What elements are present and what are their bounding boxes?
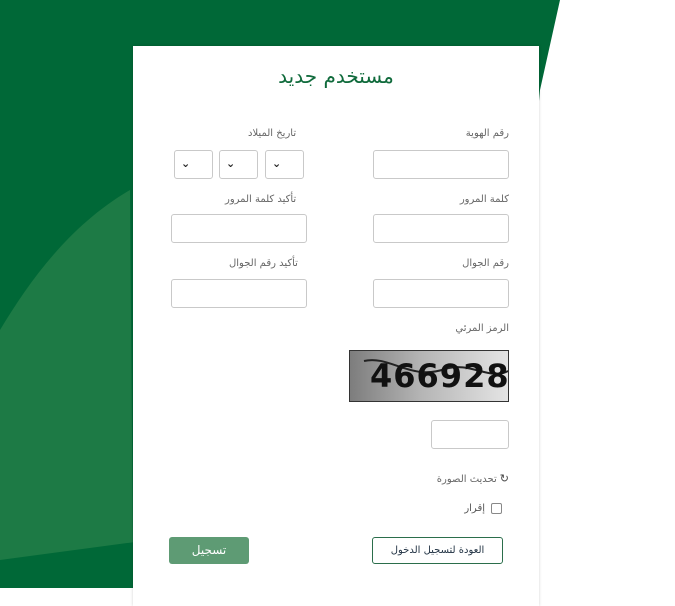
id-number-label: رقم الهوية	[465, 128, 509, 139]
back-to-login-button[interactable]: العودة لتسجيل الدخول	[372, 537, 503, 564]
refresh-icon: ↻	[499, 472, 509, 485]
birth-year-select[interactable]: ⌄	[265, 150, 304, 179]
captcha-image: 466928	[349, 350, 509, 402]
chevron-down-icon: ⌄	[181, 157, 191, 170]
password-input[interactable]	[373, 214, 509, 243]
confirm-mobile-label: تأكيد رقم الجوال	[229, 258, 298, 269]
refresh-captcha-link[interactable]: ↻تحديث الصورة	[437, 472, 509, 485]
mobile-input[interactable]	[373, 279, 509, 308]
page-title: مستخدم جديد	[278, 64, 394, 88]
confirm-mobile-input[interactable]	[171, 279, 307, 308]
acknowledge-label: إقرار	[464, 503, 485, 514]
registration-card: مستخدم جديد رقم الهوية كلمة المرور رقم ا…	[133, 46, 539, 606]
confirm-password-label: تأكيد كلمة المرور	[225, 194, 297, 205]
captcha-label: الرمز المرئي	[455, 323, 509, 334]
refresh-label: تحديث الصورة	[436, 474, 497, 485]
chevron-down-icon: ⌄	[272, 157, 282, 170]
acknowledge-checkbox[interactable]	[491, 503, 502, 514]
captcha-input[interactable]	[431, 420, 509, 449]
birth-day-select[interactable]: ⌄	[174, 150, 213, 179]
chevron-down-icon: ⌄	[226, 157, 236, 170]
birth-month-select[interactable]: ⌄	[219, 150, 258, 179]
confirm-password-input[interactable]	[171, 214, 307, 243]
birth-date-label: تاريخ الميلاد	[248, 128, 297, 139]
id-number-input[interactable]	[373, 150, 509, 179]
password-label: كلمة المرور	[459, 194, 509, 205]
captcha-text: 466928	[370, 357, 509, 395]
register-button[interactable]: تسجيل	[169, 537, 249, 564]
mobile-label: رقم الجوال	[462, 258, 509, 269]
